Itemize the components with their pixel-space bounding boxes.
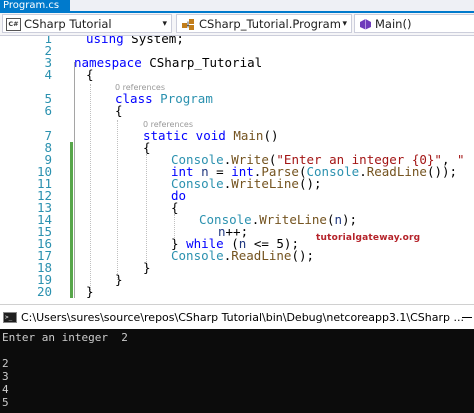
console-line: 4 [2,383,9,396]
code-line-17: Console.ReadLine(); [171,248,315,263]
indent-guide [90,84,91,294]
code-line-11: Console.WriteLine(); [171,176,322,191]
project-dropdown-label: CSharp Tutorial [24,17,112,31]
code-editor[interactable]: 1 2 3 4 5 6 7 8 9 10 11 12 13 14 15 16 1… [0,36,474,304]
code-line-20: } [86,284,94,299]
document-tab-strip: Program.cs [0,0,474,11]
console-line: 3 [2,370,9,383]
code-line-8: { [143,140,151,155]
line-number: 6 [44,103,52,118]
code-line-18: } [143,260,151,275]
tab-program-cs[interactable]: Program.cs [0,0,70,11]
console-line: Enter an integer 2 [2,331,128,344]
indent-guide [117,120,118,280]
console-output[interactable]: Enter an integer 2 2 3 4 5 [0,329,474,413]
console-title: C:\Users\sures\source\repos\CSharp Tutor… [21,311,464,324]
code-line-19: } [115,272,123,287]
project-dropdown[interactable]: C# CSharp Tutorial ▾ [2,14,172,33]
line-number: 20 [36,284,52,299]
class-dropdown[interactable]: CSharp_Tutorial.Program ▾ [176,14,352,33]
member-dropdown-label: Main() [375,17,412,31]
code-line-6: { [115,103,123,118]
code-line-13: { [171,200,179,215]
outline-margin-line [74,62,75,298]
code-line-1: using System; [86,36,184,46]
chevron-down-icon: ▾ [342,19,347,29]
watermark: tutorialgateway.org [316,233,421,243]
code-line-7: static void Main() [143,128,279,143]
code-line-3: namespace CSharp_Tutorial [74,55,263,70]
minimize-icon[interactable] [462,317,472,318]
console-app-icon: >_ [3,312,17,323]
class-dropdown-label: CSharp_Tutorial.Program [199,17,341,31]
navigation-bar: C# CSharp Tutorial ▾ CSharp_Tutorial.Pro… [0,13,474,36]
chevron-down-icon: ▾ [162,19,167,29]
csharp-project-icon: C# [6,18,21,31]
console-line: 2 [2,357,9,370]
member-dropdown[interactable]: Main() [354,14,474,33]
class-icon [182,19,194,30]
code-line-5: class Program [115,91,213,106]
change-indicator-bar [70,142,73,298]
indent-guide [146,154,147,270]
code-line-4: { [86,67,94,82]
console-line: 5 [2,396,9,409]
line-number: 4 [44,67,52,82]
console-title-bar[interactable]: >_ C:\Users\sures\source\repos\CSharp Tu… [0,304,474,329]
method-icon [360,19,371,30]
